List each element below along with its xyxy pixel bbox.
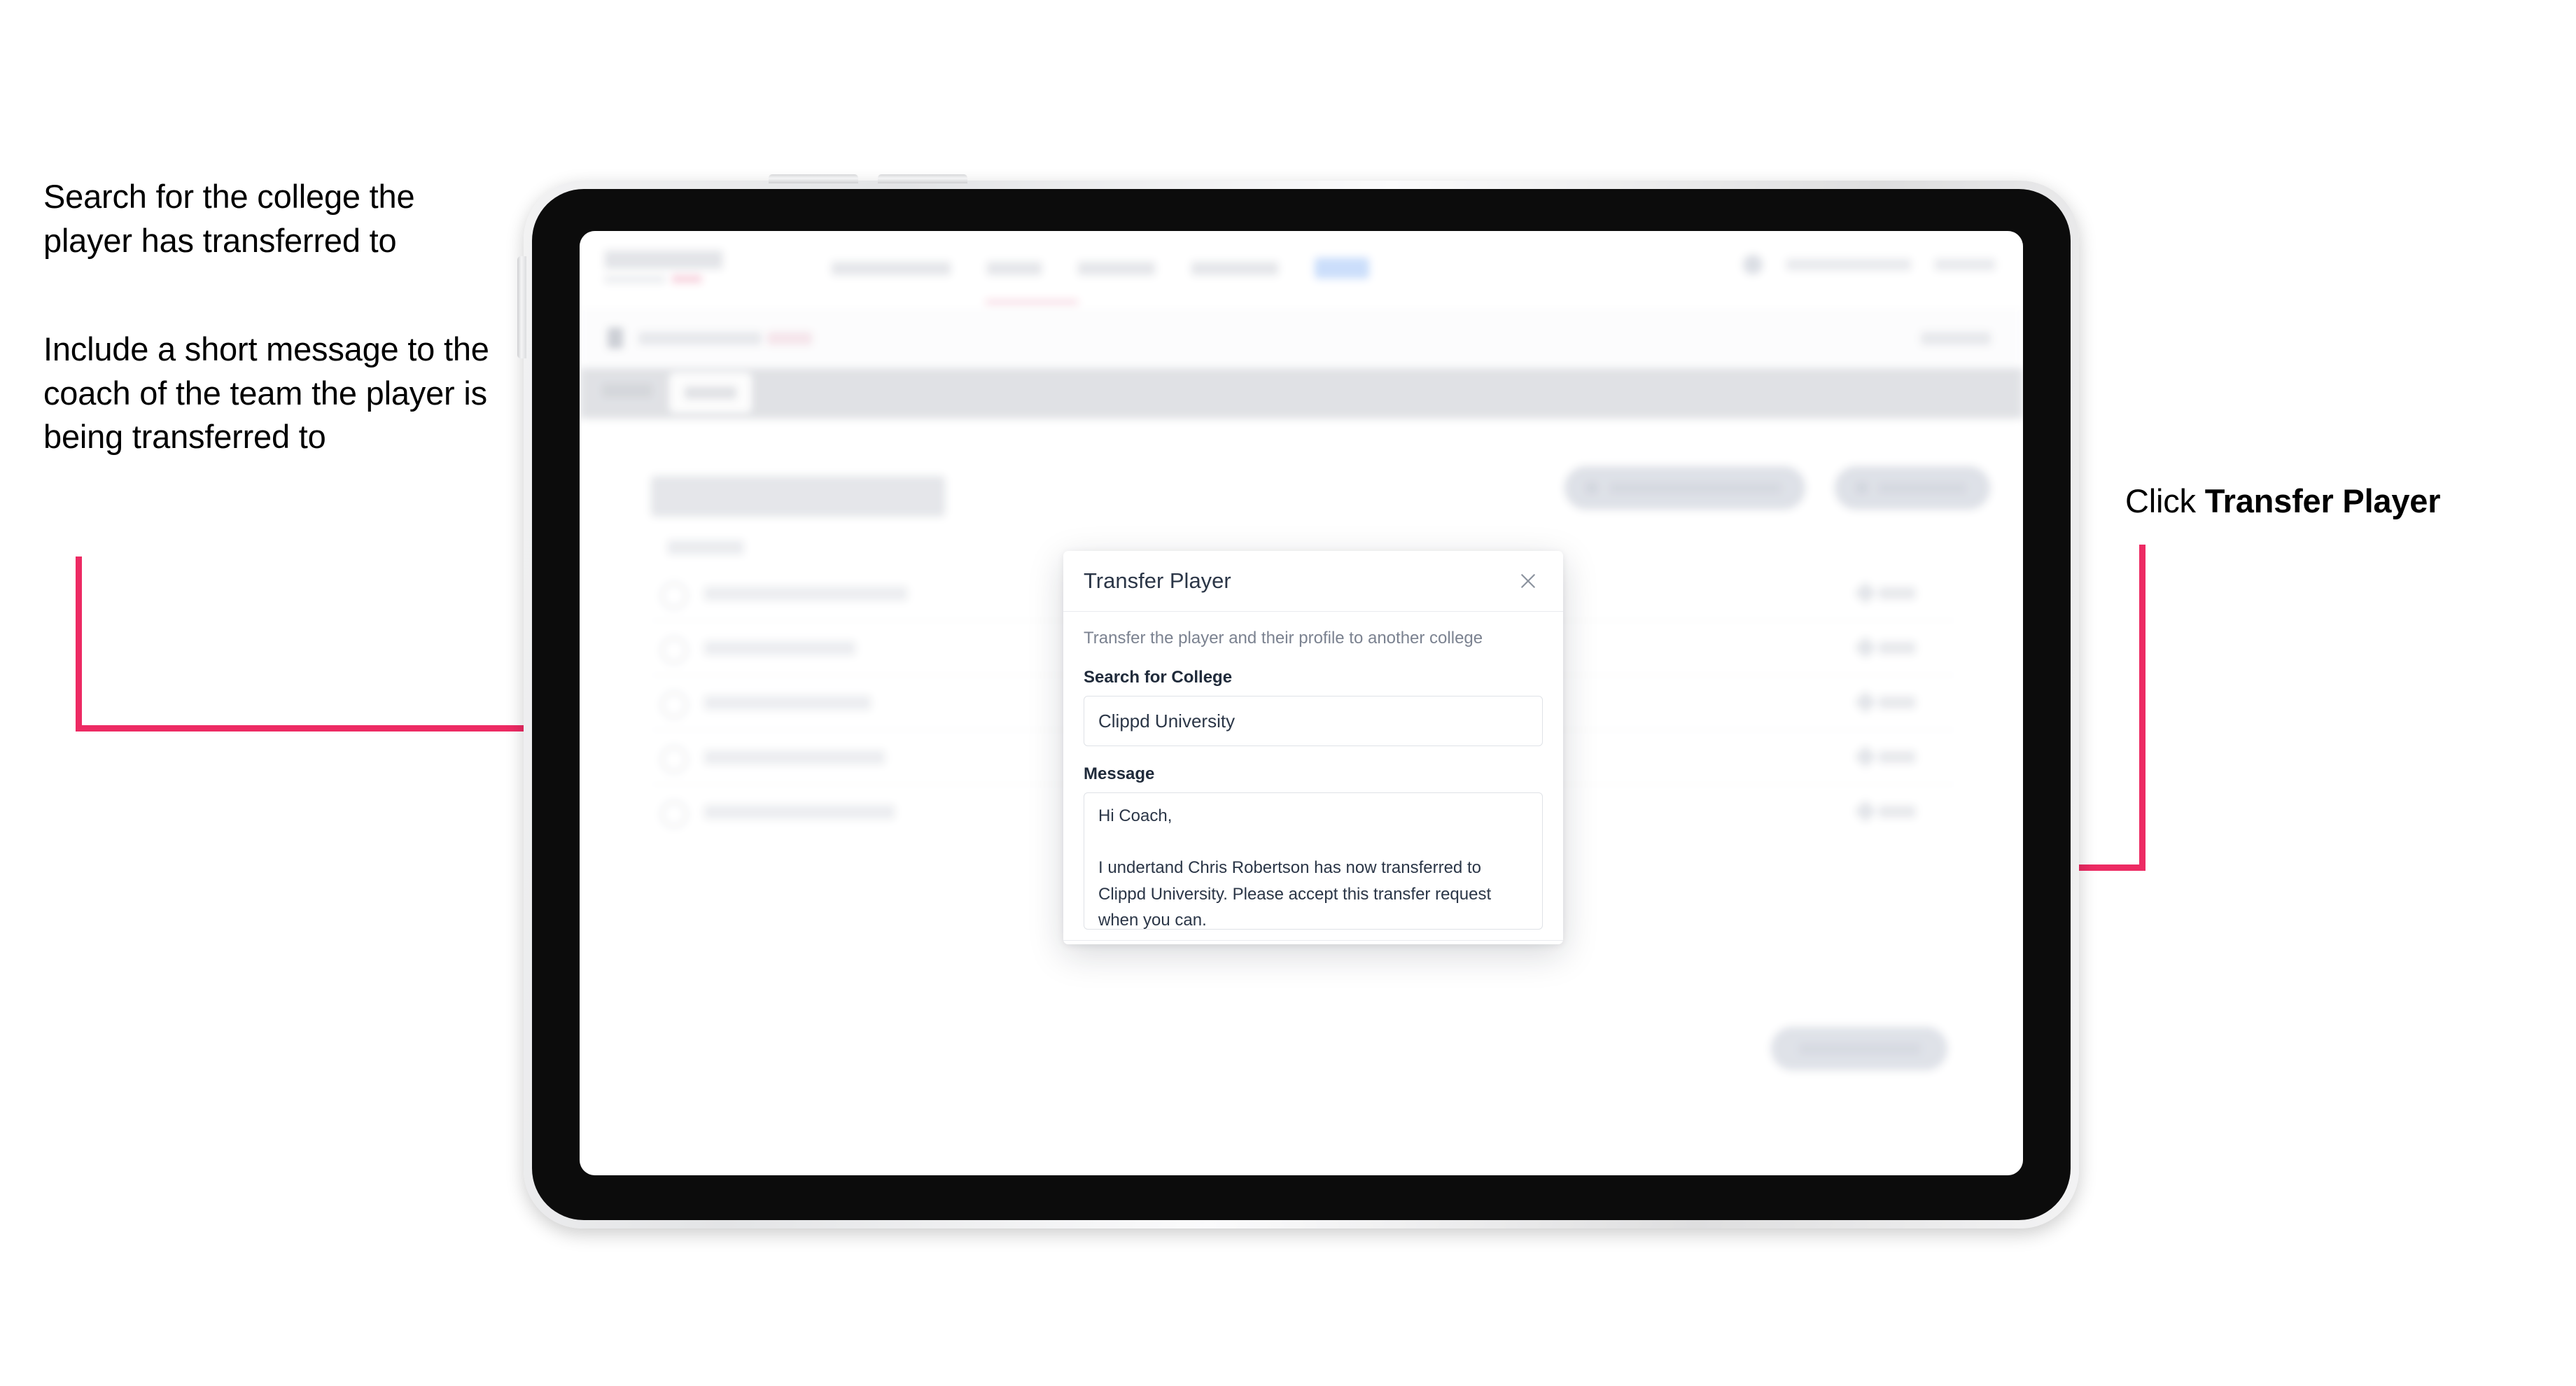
annotation-search-college: Search for the college the player has tr… (43, 178, 415, 259)
volume-down-button[interactable] (878, 174, 967, 183)
college-field-label: Search for College (1084, 668, 1233, 687)
tablet-device-mockup: Transfer Player Transfer the player and … (517, 174, 2079, 1228)
transfer-player-dialog: Transfer Player Transfer the player and … (1063, 551, 1563, 944)
dialog-footer: Cancel Transfer Player (1063, 940, 1563, 944)
message-textarea[interactable]: Hi Coach, I undertand Chris Robertson ha… (1084, 792, 1543, 930)
message-field-label: Message (1084, 764, 1155, 783)
dialog-header: Transfer Player (1063, 551, 1563, 612)
dialog-title: Transfer Player (1084, 568, 1231, 593)
search-college-input[interactable] (1084, 696, 1543, 746)
annotation-click-prefix: Click (2125, 482, 2205, 519)
annotation-include-message: Include a short message to the coach of … (43, 330, 489, 455)
volume-up-button[interactable] (769, 174, 858, 183)
dialog-body: Transfer the player and their profile to… (1063, 612, 1563, 940)
device-screen: Transfer Player Transfer the player and … (580, 231, 2023, 1175)
message-field-group: Message Hi Coach, I undertand Chris Robe… (1084, 764, 1543, 933)
annotation-click-transfer: Click Transfer Player (2125, 479, 2559, 524)
close-icon[interactable] (1513, 566, 1543, 596)
connector-left-vertical (76, 556, 82, 732)
annotation-click-target: Transfer Player (2204, 482, 2441, 519)
college-field-group: Search for College (1084, 668, 1543, 746)
connector-right-vertical (2139, 545, 2146, 871)
dialog-description: Transfer the player and their profile to… (1084, 629, 1483, 648)
power-button[interactable] (517, 256, 526, 358)
